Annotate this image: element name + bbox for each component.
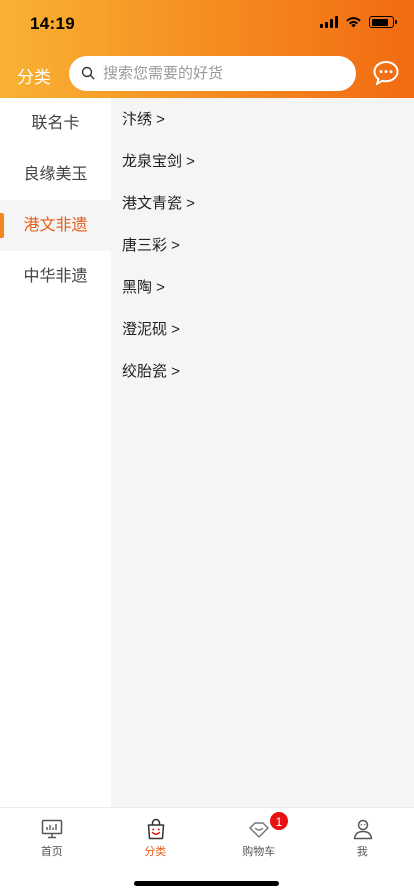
subcategory-link[interactable]: 港文青瓷 >	[111, 183, 414, 225]
home-indicator	[134, 881, 279, 886]
subcategory-link[interactable]: 黑陶 >	[111, 267, 414, 309]
search-icon	[81, 66, 95, 80]
tab-cart[interactable]: 1 购物车	[207, 808, 311, 863]
cart-count-badge: 1	[269, 811, 289, 831]
battery-icon	[369, 16, 397, 28]
subcategory-link[interactable]: 唐三彩 >	[111, 225, 414, 267]
subcategory-link[interactable]: 绞胎瓷 >	[111, 351, 414, 393]
tab-label: 首页	[40, 846, 63, 858]
status-icons	[320, 16, 397, 28]
subcategory-link[interactable]: 汴绣 >	[111, 99, 414, 141]
sidebar-item-lianmingka[interactable]: 联名卡	[0, 98, 111, 149]
header: 14:19 分类	[0, 0, 414, 98]
tab-home[interactable]: 首页	[0, 808, 104, 863]
monitor-icon	[41, 819, 63, 839]
status-time: 14:19	[30, 14, 75, 33]
tab-me[interactable]: 我	[311, 808, 414, 863]
sidebar-item-zhonghuafeiyi[interactable]: 中华非遗	[0, 251, 111, 302]
chat-bubble-icon[interactable]	[372, 59, 400, 87]
subcategory-link[interactable]: 龙泉宝剑 >	[111, 141, 414, 183]
page-title: 分类	[17, 68, 51, 87]
tab-label: 购物车	[242, 846, 276, 858]
tab-category[interactable]: 分类	[104, 808, 208, 863]
shopping-bag-icon	[147, 818, 164, 840]
status-bar: 14:19	[0, 0, 414, 48]
tab-label: 分类	[144, 846, 167, 858]
sidebar-item-liangyuanmeiyu[interactable]: 良缘美玉	[0, 149, 111, 200]
category-sidebar: 联名卡 良缘美玉 港文非遗 中华非遗	[0, 98, 111, 807]
search-input[interactable]	[103, 56, 343, 91]
tab-label: 我	[356, 846, 368, 858]
cart-icon	[249, 822, 269, 838]
subcategory-list: 汴绣 > 龙泉宝剑 > 港文青瓷 > 唐三彩 > 黑陶 > 澄泥砚 > 绞胎瓷 …	[111, 98, 414, 807]
title-bar: 分类	[0, 54, 414, 94]
cellular-signal-icon	[320, 16, 338, 28]
wifi-icon	[346, 17, 361, 28]
search-bar[interactable]	[69, 56, 356, 91]
sidebar-item-gangwenfeiyi[interactable]: 港文非遗	[0, 200, 111, 251]
user-icon	[353, 819, 372, 840]
subcategory-link[interactable]: 澄泥砚 >	[111, 309, 414, 351]
